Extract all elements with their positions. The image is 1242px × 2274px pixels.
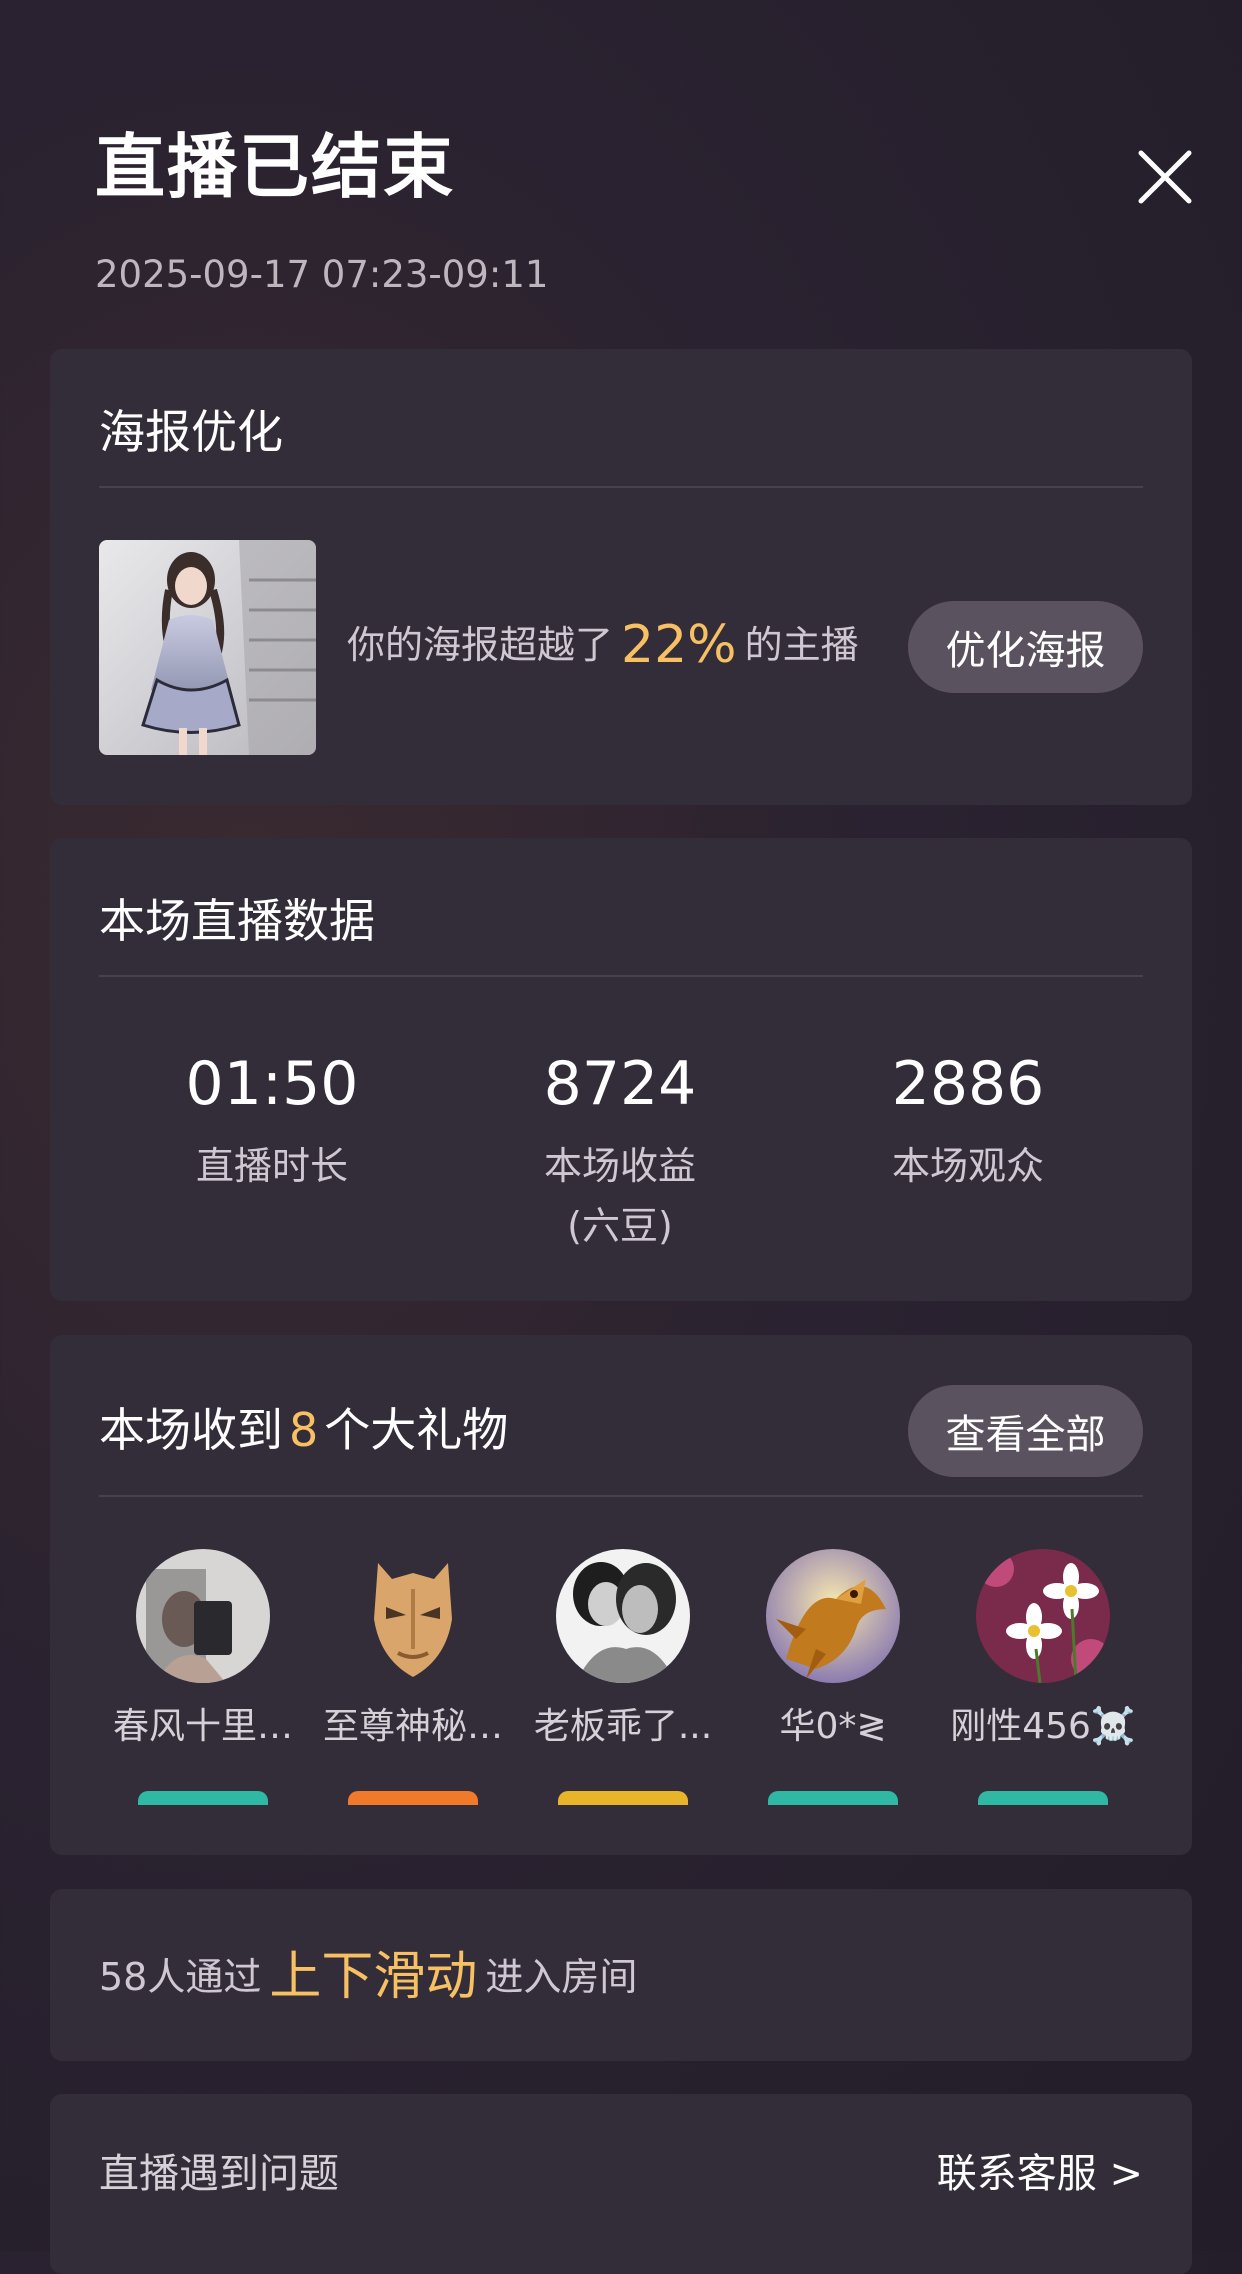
big-gifts-card: 本场收到 8 个大礼物 查看全部 春风十里… 至尊神秘… 老板乖了... 华0*… [50, 1335, 1192, 1855]
stat-income: 8724 本场收益 (六豆) [470, 1054, 770, 1256]
gifter-name: 华0*≷ [779, 1706, 887, 1747]
gifter-name: 刚性456☠️ [950, 1706, 1136, 1747]
big-gifts-title: 本场收到 8 个大礼物 [99, 1407, 508, 1453]
level-badge [978, 1791, 1108, 1805]
poster-rank-prefix: 你的海报超越了 [347, 623, 614, 667]
gift-title-prefix: 本场收到 [99, 1403, 283, 1457]
swipe-prefix: 58人通过 [99, 1955, 262, 1999]
level-badge [348, 1791, 478, 1805]
stat-label: 本场收益 (六豆) [543, 1144, 696, 1248]
contact-support-link[interactable]: 联系客服 > [937, 2154, 1143, 2194]
gift-title-suffix: 个大礼物 [324, 1403, 509, 1457]
swipe-suffix: 进入房间 [485, 1955, 638, 1999]
view-all-button[interactable]: 查看全部 [908, 1385, 1143, 1477]
poster-rank-percent: 22% [621, 615, 737, 675]
avatar [766, 1549, 900, 1683]
poster-thumbnail[interactable] [99, 540, 316, 755]
stat-label: 直播时长 [195, 1144, 348, 1188]
gifter-name: 春风十里… [112, 1706, 293, 1747]
help-card[interactable]: 直播遇到问题 联系客服 > [50, 2094, 1192, 2274]
divider [99, 486, 1143, 488]
gifter-name: 老板乖了... [533, 1706, 713, 1747]
swipe-entry-card: 58人通过 上下滑动 进入房间 [50, 1889, 1192, 2061]
gift-count: 8 [289, 1403, 319, 1457]
gifter-name: 至尊神秘… [322, 1706, 503, 1747]
avatar [136, 1549, 270, 1683]
gifter-item[interactable]: 华0*≷ [728, 1549, 938, 1748]
level-badge [768, 1791, 898, 1805]
poster-rank-suffix: 的主播 [744, 623, 859, 667]
stat-label: 本场观众 [891, 1144, 1044, 1188]
live-time-range: 2025-09-17 07:23-09:11 [95, 253, 549, 296]
poster-card: 海报优化 你的海报超越了 22% 的主播 优化海报 [50, 349, 1192, 805]
divider [99, 975, 1143, 977]
stat-value: 01:50 [185, 1049, 359, 1119]
live-stats-title: 本场直播数据 [99, 894, 375, 948]
swipe-entry-text: 58人通过 上下滑动 进入房间 [99, 1951, 637, 2003]
level-badge [558, 1791, 688, 1805]
stat-duration: 01:50 直播时长 [122, 1054, 422, 1196]
avatar [346, 1549, 480, 1683]
close-icon[interactable] [1135, 147, 1195, 207]
avatar [976, 1549, 1110, 1683]
gifter-item[interactable]: 刚性456☠️ [938, 1549, 1148, 1748]
poster-rank-text: 你的海报超越了 22% 的主播 [347, 619, 859, 671]
live-stats-card: 本场直播数据 01:50 直播时长 8724 本场收益 (六豆) 2886 本场… [50, 838, 1192, 1301]
live-problem-label: 直播遇到问题 [99, 2151, 339, 2197]
poster-card-title: 海报优化 [99, 405, 283, 459]
stat-viewers: 2886 本场观众 [818, 1054, 1118, 1196]
optimize-poster-button[interactable]: 优化海报 [908, 601, 1143, 693]
page-title: 直播已结束 [95, 126, 455, 208]
stat-value: 2886 [891, 1049, 1045, 1119]
stat-value: 8724 [543, 1049, 697, 1119]
gifter-item[interactable]: 至尊神秘… [308, 1549, 518, 1748]
avatar [556, 1549, 690, 1683]
level-badge [138, 1791, 268, 1805]
gifter-item[interactable]: 老板乖了... [518, 1549, 728, 1748]
swipe-highlight: 上下滑动 [269, 1947, 478, 2007]
divider [99, 1495, 1143, 1497]
gifter-item[interactable]: 春风十里… [98, 1549, 308, 1748]
